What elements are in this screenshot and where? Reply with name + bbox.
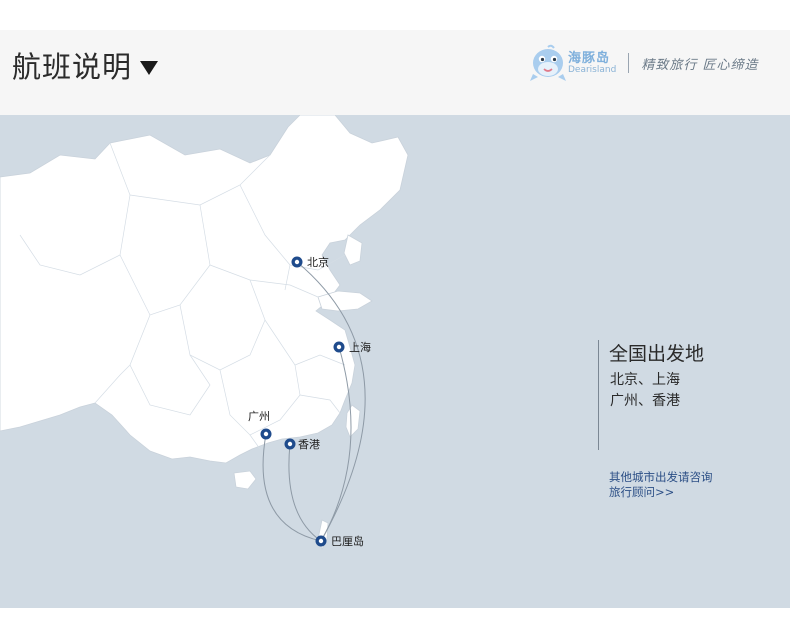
header-bar: 航班说明 海豚岛 Dearisland 精致旅行 匠心缔造: [0, 30, 790, 115]
brand-logo: 海豚岛 Dearisland 精致旅行 匠心缔造: [530, 44, 758, 82]
brand-divider: [628, 53, 630, 73]
city-marker-beijing[interactable]: 北京: [291, 255, 330, 269]
city-marker-hongkong[interactable]: 香港: [284, 438, 321, 451]
hainan-island: [233, 470, 257, 490]
page-title: 航班说明: [12, 50, 133, 84]
city-label-beijing: 北京: [307, 255, 329, 269]
flight-info-toggle[interactable]: 航班说明: [12, 44, 159, 86]
brand-name: 海豚岛 Dearisland: [568, 52, 616, 75]
departure-panel-title: 全国出发地: [609, 343, 705, 365]
consult-advisor-link[interactable]: 其他城市出发请咨询 旅行顾问>>: [609, 470, 713, 500]
brand-name-cn: 海豚岛: [568, 50, 611, 66]
departure-cities-line-1: 北京、上海: [610, 372, 680, 388]
consult-link-line-1: 其他城市出发请咨询: [609, 470, 713, 484]
mainland-landmass: [0, 115, 409, 464]
route-map: 北京 上海 广州 香港 巴厘岛 全国出发地 北京、上海 广州、香港 其他城市出发…: [0, 115, 790, 608]
dolphin-mascot-icon: [530, 44, 566, 81]
city-label-guangzhou: 广州: [248, 410, 270, 423]
brand-name-en: Dearisland: [568, 64, 617, 75]
departure-cities: 北京、上海 广州、香港: [610, 370, 680, 412]
city-label-hongkong: 香港: [298, 438, 320, 451]
top-gap: [0, 0, 790, 30]
bottom-gap: [0, 608, 790, 620]
taiwan-island: [345, 404, 361, 438]
city-marker-bali[interactable]: 巴厘岛: [315, 534, 365, 548]
city-label-bali: 巴厘岛: [331, 534, 364, 548]
brand-slogan: 精致旅行 匠心缔造: [641, 57, 759, 73]
departure-cities-line-2: 广州、香港: [610, 393, 680, 409]
liaodong-peninsula: [343, 234, 363, 266]
route-hongkong-bali: [288, 443, 322, 542]
caret-down-icon: [140, 61, 159, 75]
consult-link-line-2: 旅行顾问>>: [609, 485, 675, 499]
panel-divider: [598, 340, 599, 450]
city-label-shanghai: 上海: [349, 340, 371, 354]
city-marker-shanghai[interactable]: 上海: [333, 340, 372, 354]
